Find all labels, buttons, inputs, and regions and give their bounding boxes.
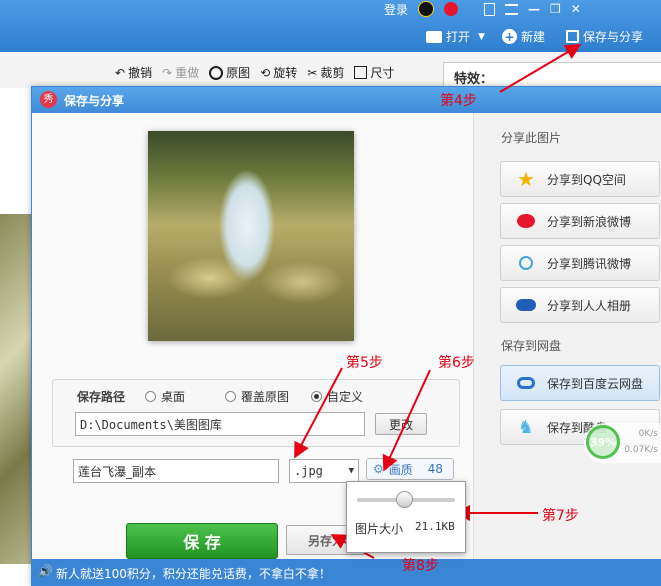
step6-label: 第6步: [438, 355, 475, 371]
step6-arrow: [382, 369, 431, 472]
step7-label: 第7步: [542, 508, 579, 524]
step4-label: 第4步: [440, 93, 477, 109]
quality-slider-thumb[interactable]: [395, 491, 413, 508]
step4-arrow: [499, 43, 582, 93]
step5-arrow: [294, 367, 343, 459]
image-size-value: 21.1KB: [415, 520, 455, 533]
quality-popup: 图片大小 21.1KB: [346, 481, 466, 553]
step8-label: 第8步: [402, 558, 439, 574]
step5-label: 第5步: [346, 355, 383, 371]
image-size-label: 图片大小: [355, 522, 404, 536]
annotation-arrows: [294, 43, 582, 559]
quality-slider[interactable]: [357, 491, 455, 508]
